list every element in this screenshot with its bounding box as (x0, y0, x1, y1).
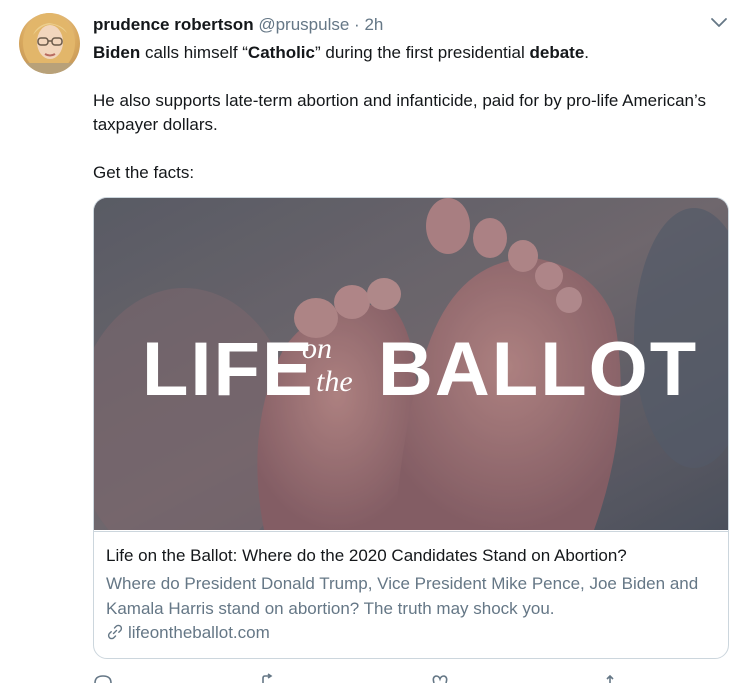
time-separator: · (354, 15, 360, 34)
card-body[interactable]: Life on the Ballot: Where do the 2020 Ca… (94, 531, 728, 658)
card-title[interactable]: Life on the Ballot: Where do the 2020 Ca… (106, 545, 716, 567)
tweet-time[interactable]: 2h (364, 15, 383, 34)
tweet-text: Biden calls himself “Catholic” during th… (93, 41, 713, 185)
card-description: Where do President Donald Trump, Vice Pr… (106, 574, 699, 618)
heart-icon[interactable] (430, 670, 450, 684)
link-card[interactable]: LIFE on the BALLOT Life on the Ballot: W… (93, 197, 729, 659)
chevron-down-icon[interactable] (708, 14, 730, 32)
keyword-debate: debate (529, 43, 585, 62)
link-icon (106, 623, 124, 641)
reply-icon[interactable] (93, 670, 113, 684)
keyword-catholic: Catholic (247, 43, 315, 62)
tweet-text-line-1: Biden calls himself “Catholic” during th… (93, 43, 590, 62)
logo-text-ballot: BALLOT (378, 327, 698, 412)
card-domain[interactable]: lifeontheballot.com (106, 622, 270, 644)
tweet-actions (93, 670, 653, 684)
retweet-icon[interactable] (259, 670, 279, 683)
card-domain-text: lifeontheballot.com (128, 623, 270, 642)
card-image[interactable]: LIFE on the BALLOT (94, 198, 728, 530)
logo-text-life: LIFE (142, 327, 315, 412)
author-name[interactable]: prudence robertson (93, 15, 254, 34)
logo-text-the: the (316, 365, 353, 398)
avatar[interactable] (19, 13, 80, 74)
share-icon[interactable] (600, 670, 620, 683)
tweet-text-line-2: He also supports late-term abortion and … (93, 91, 706, 134)
logo-text-on: on (302, 332, 332, 365)
tweet-header: prudence robertson @pruspulse · 2h (93, 14, 383, 36)
author-handle[interactable]: @pruspulse (258, 15, 349, 34)
keyword-biden: Biden (93, 43, 141, 62)
tweet-text-line-3: Get the facts: (93, 163, 195, 182)
